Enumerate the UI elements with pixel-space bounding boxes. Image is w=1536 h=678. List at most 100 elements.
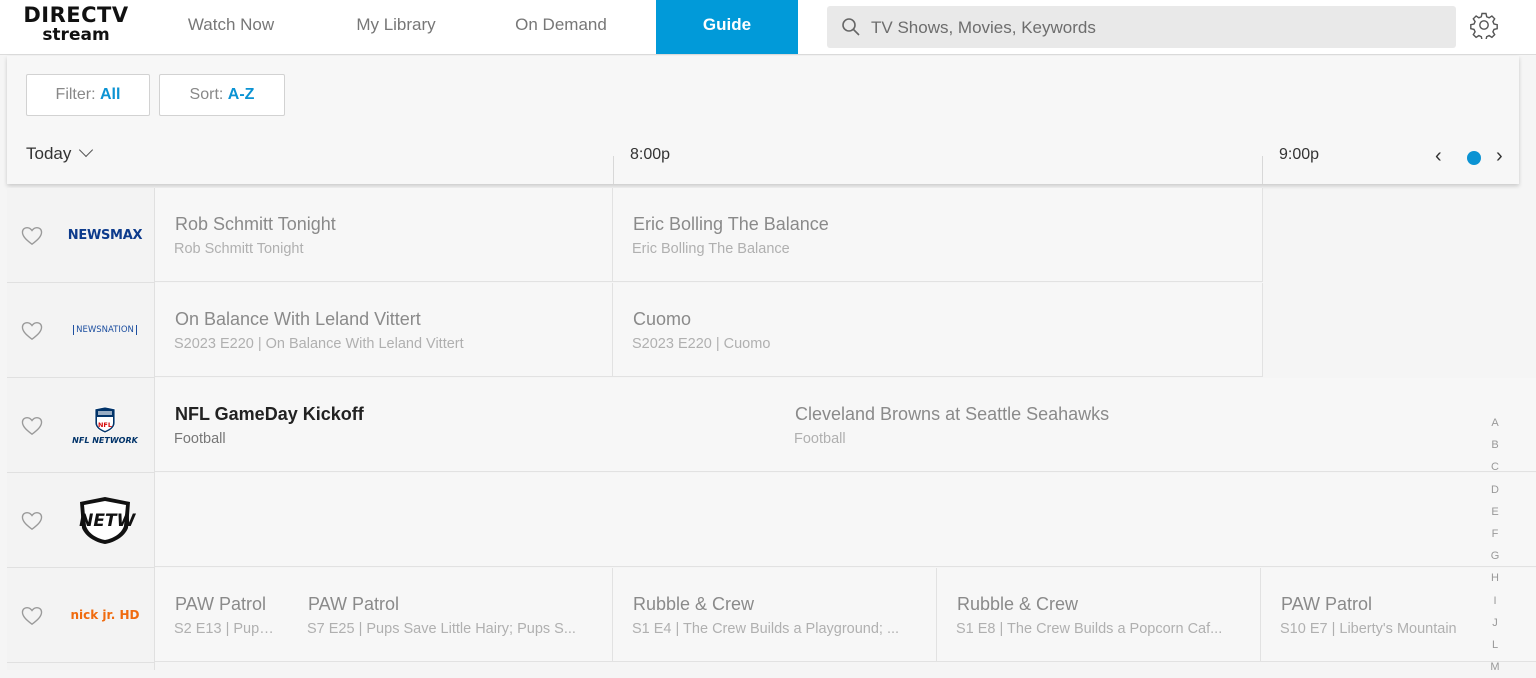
alpha-letter-c[interactable]: C <box>1482 456 1508 478</box>
program-title: Rubble & Crew <box>957 594 1079 614</box>
alpha-letter-a[interactable]: A <box>1482 412 1508 434</box>
program-subtitle: Football <box>174 431 226 447</box>
program-subtitle: S1 E4 | The Crew Builds a Playground; ..… <box>632 621 900 637</box>
program-cell[interactable]: Eric Bolling The Balance Eric Bolling Th… <box>613 188 1263 282</box>
svg-text:NFL: NFL <box>98 421 112 429</box>
nhl-shield-icon: NHL NETWORK <box>74 497 136 544</box>
directv-stream-logo[interactable]: DIRECTV stream <box>16 4 136 50</box>
channel-row-nfl-network: NFL NFL NETWORK <box>7 378 154 473</box>
program-subtitle: S2023 E220 | Cuomo <box>632 336 771 352</box>
program-cell[interactable]: Rubble & Crew S1 E4 | The Crew Builds a … <box>613 568 937 662</box>
newsmax-logo[interactable]: NEWSMAX <box>65 188 145 282</box>
day-selector[interactable]: Today <box>26 142 94 164</box>
program-cell[interactable]: PAW Patrol S2 E13 | Pups Save <box>155 568 288 662</box>
heart-icon[interactable] <box>21 416 43 436</box>
sort-button[interactable]: Sort: A-Z <box>159 74 285 116</box>
program-subtitle: S10 E7 | Liberty's Mountain <box>1280 621 1457 637</box>
program-cell[interactable]: Cleveland Browns at Seattle Seahawks Foo… <box>775 378 1536 472</box>
alpha-letter-l[interactable]: L <box>1482 634 1508 656</box>
gear-icon[interactable] <box>1470 11 1498 39</box>
nhl-network-logo[interactable]: NHL NETWORK <box>65 473 145 567</box>
current-time-dot[interactable] <box>1467 151 1481 165</box>
program-subtitle: Football <box>794 431 846 447</box>
program-cell[interactable]: NFL GameDay Kickoff Football <box>155 378 775 472</box>
program-title: PAW Patrol <box>175 594 267 614</box>
logo-line-1: DIRECTV <box>23 3 129 27</box>
alpha-letter-h[interactable]: H <box>1482 567 1508 589</box>
alpha-letter-f[interactable]: F <box>1482 523 1508 545</box>
chevron-right-icon[interactable]: › <box>1496 146 1503 166</box>
channel-row-newsmax: NEWSMAX <box>7 188 154 283</box>
program-cell[interactable]: Cuomo S2023 E220 | Cuomo <box>613 283 1263 377</box>
top-navigation-bar: DIRECTV stream Watch Now My Library On D… <box>0 0 1536 55</box>
nav-watch-now[interactable]: Watch Now <box>160 0 302 54</box>
alpha-letter-b[interactable]: B <box>1482 434 1508 456</box>
heart-icon[interactable] <box>21 226 43 246</box>
filter-value: All <box>100 86 121 103</box>
alpha-letter-m[interactable]: M <box>1482 656 1508 678</box>
program-cell[interactable]: On Balance With Leland Vittert S2023 E22… <box>155 283 613 377</box>
program-subtitle: S7 E25 | Pups Save Little Hairy; Pups S.… <box>307 621 576 637</box>
chevron-down-icon <box>79 142 94 158</box>
search-input[interactable] <box>869 6 1433 50</box>
program-title: PAW Patrol <box>308 594 400 614</box>
chevron-left-icon[interactable]: ‹ <box>1435 146 1442 166</box>
guide-controls-panel: Filter: All Sort: A-Z Today 8:00p 9:00p … <box>7 56 1519 184</box>
nfl-shield-icon: NFL <box>94 406 116 433</box>
time-tick <box>613 156 614 184</box>
channel-name: NEWSMAX <box>67 227 143 243</box>
time-tick <box>1262 156 1263 184</box>
channel-row-nick-jr: nick jr. HD <box>7 568 154 663</box>
nav-my-library[interactable]: My Library <box>325 0 467 54</box>
channel-row-newsnation: NEWSNATION <box>7 283 154 378</box>
channel-name: NFL NETWORK <box>72 435 138 445</box>
program-title: Rubble & Crew <box>633 594 755 614</box>
filter-label: Filter: <box>55 86 100 103</box>
newsnation-logo[interactable]: NEWSNATION <box>65 283 145 377</box>
program-title: On Balance With Leland Vittert <box>175 309 421 329</box>
channel-column: NEWSMAX NEWSNATION NFL NFL NETWORK NETW … <box>7 188 155 670</box>
program-cell[interactable]: Rubble & Crew S1 E8 | The Crew Builds a … <box>937 568 1261 662</box>
alpha-letter-j[interactable]: J <box>1482 612 1508 634</box>
nfl-network-logo[interactable]: NFL NFL NETWORK <box>65 378 145 472</box>
program-subtitle: S1 E8 | The Crew Builds a Popcorn Caf... <box>956 621 1223 637</box>
program-subtitle: S2023 E220 | On Balance With Leland Vitt… <box>174 336 464 352</box>
alpha-letter-e[interactable]: E <box>1482 501 1508 523</box>
alpha-letter-g[interactable]: G <box>1482 545 1508 567</box>
heart-icon[interactable] <box>21 511 43 531</box>
program-cell[interactable]: Rob Schmitt Tonight Rob Schmitt Tonight <box>155 188 613 282</box>
channel-name: nick jr. HD <box>70 608 140 622</box>
channel-name: NEWSNATION <box>73 325 137 335</box>
channel-row-nhl-network: NHL NETWORK <box>7 473 154 568</box>
nav-on-demand[interactable]: On Demand <box>490 0 632 54</box>
program-row-nfl-network: NFL GameDay Kickoff Football Cleveland B… <box>155 378 1536 472</box>
nav-guide[interactable]: Guide <box>656 0 798 54</box>
guide-grid: NEWSMAX NEWSNATION NFL NFL NETWORK NETW … <box>7 188 1536 670</box>
program-title: Eric Bolling The Balance <box>633 214 829 234</box>
time-label-9pm: 9:00p <box>1279 146 1320 163</box>
program-title: Rob Schmitt Tonight <box>175 214 336 234</box>
program-title: Cleveland Browns at Seattle Seahawks <box>795 404 1110 424</box>
program-row-nick-jr: PAW Patrol S2 E13 | Pups Save PAW Patrol… <box>155 568 1536 662</box>
alpha-letter-i[interactable]: I <box>1482 590 1508 612</box>
sort-label: Sort: <box>189 86 228 103</box>
program-subtitle: S2 E13 | Pups Save <box>174 621 279 637</box>
alpha-letter-d[interactable]: D <box>1482 479 1508 501</box>
filter-button[interactable]: Filter: All <box>26 74 150 116</box>
program-cell-empty <box>155 473 1536 567</box>
program-title: Cuomo <box>633 309 692 329</box>
program-title: PAW Patrol <box>1281 594 1373 614</box>
day-label: Today <box>26 144 72 163</box>
program-subtitle: Rob Schmitt Tonight <box>174 241 304 257</box>
program-row-nhl-network <box>155 473 1536 567</box>
heart-icon[interactable] <box>21 606 43 626</box>
program-subtitle: Eric Bolling The Balance <box>632 241 790 257</box>
nick-jr-logo[interactable]: nick jr. HD <box>65 568 145 662</box>
search-bar[interactable] <box>827 6 1456 50</box>
heart-icon[interactable] <box>21 321 43 341</box>
time-label-8pm: 8:00p <box>630 146 671 163</box>
search-icon <box>842 18 860 36</box>
program-row-newsmax: Rob Schmitt Tonight Rob Schmitt Tonight … <box>155 188 1263 282</box>
channel-name: NHL NETWORK <box>74 511 136 531</box>
program-cell[interactable]: PAW Patrol S7 E25 | Pups Save Little Hai… <box>288 568 613 662</box>
